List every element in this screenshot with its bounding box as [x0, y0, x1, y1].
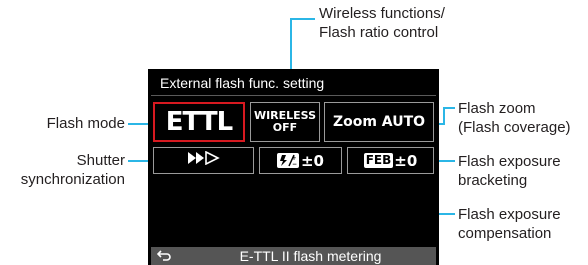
callout-shutter-line1: Shutter	[76, 152, 125, 169]
footer-bar: E-TTL II flash metering	[151, 247, 436, 265]
svg-text:−: −	[292, 161, 297, 168]
callout-flash-mode: Flash mode	[47, 114, 125, 133]
camera-screen: External flash func. setting ETTL WIRELE…	[148, 69, 439, 265]
callout-fec-line2: compensation	[458, 225, 552, 242]
leader-line-zoom	[443, 107, 455, 109]
feb-tile[interactable]: FEB ±0	[347, 147, 434, 174]
high-speed-sync-icon	[187, 150, 221, 170]
callout-fec-line1: Flash exposure	[458, 206, 561, 223]
leader-line-wireless	[290, 18, 315, 20]
callout-wireless-line2: Flash ratio control	[319, 24, 439, 41]
shutter-sync-tile[interactable]	[153, 147, 254, 174]
screen-title: External flash func. setting	[160, 75, 325, 91]
fec-tile[interactable]: + − ±0	[259, 147, 342, 174]
fec-value: ±0	[300, 151, 324, 170]
callout-zoom-line2: (Flash coverage)	[458, 119, 571, 136]
zoom-tile[interactable]: Zoom AUTO	[324, 102, 434, 142]
wireless-value-line2: OFF	[272, 121, 298, 134]
callout-feb-line1: Flash exposure	[458, 153, 561, 170]
callout-flash-mode-label: Flash mode	[46, 115, 125, 132]
callout-shutter: Shutter synchronization	[21, 151, 125, 189]
callout-shutter-line2: synchronization	[20, 171, 125, 188]
zoom-value: Zoom AUTO	[332, 114, 426, 130]
flash-exposure-comp-icon: + −	[276, 153, 299, 168]
leader-line-zoom	[443, 107, 445, 125]
metering-mode-text: E-TTL II flash metering	[239, 248, 382, 264]
callout-wireless: Wireless functions/ Flash ratio control	[319, 4, 445, 42]
callout-zoom: Flash zoom (Flash coverage)	[458, 99, 571, 137]
flash-mode-tile[interactable]: ETTL	[153, 102, 245, 142]
callout-zoom-line1: Flash zoom	[458, 100, 536, 117]
title-divider	[151, 95, 436, 96]
callout-feb: Flash exposure bracketing	[458, 152, 561, 190]
callout-fec: Flash exposure compensation	[458, 205, 561, 243]
callout-feb-line2: bracketing	[458, 172, 528, 189]
flash-mode-value: ETTL	[165, 107, 233, 137]
callout-wireless-line1: Wireless functions/	[319, 5, 445, 22]
feb-value: ±0	[394, 151, 418, 170]
wireless-tile[interactable]: WIRELESS OFF	[250, 102, 320, 142]
feb-icon: FEB	[363, 153, 394, 168]
return-arrow-icon[interactable]	[155, 247, 173, 265]
